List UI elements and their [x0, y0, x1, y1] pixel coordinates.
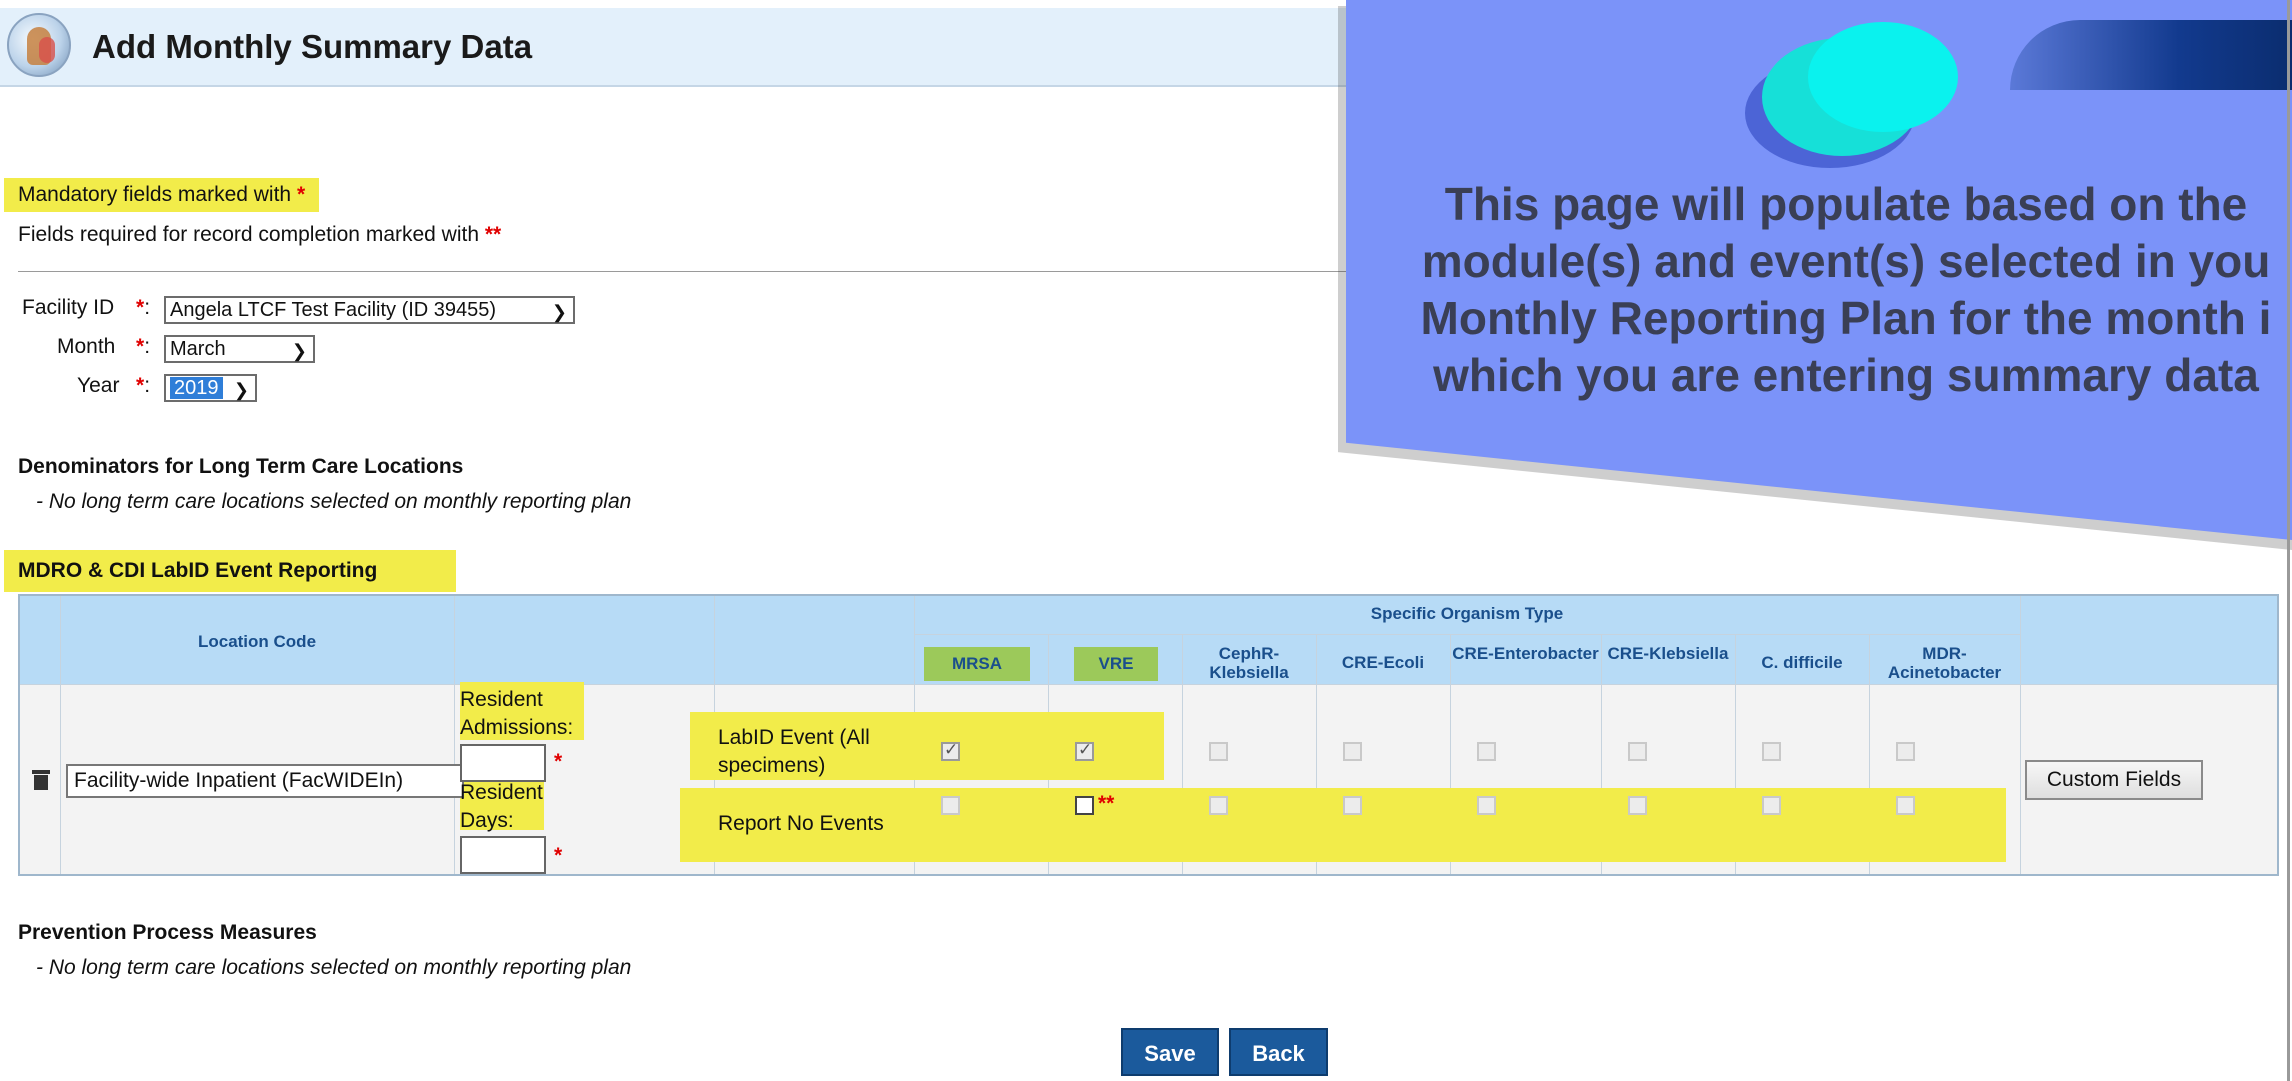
organism-header-mdr-acinetobacter: MDR-Acinetobacter [1887, 644, 2002, 682]
year-select[interactable]: 2019 ❯ [164, 374, 257, 402]
required-marker: * [296, 183, 306, 206]
resident-days-required: * [554, 844, 563, 867]
no-events-checkbox-mdr-acinetobacter[interactable] [1896, 796, 1915, 815]
labid-event-label: LabID Event (All specimens) [718, 726, 870, 777]
no-events-checkbox-cephr-klebsiella[interactable] [1209, 796, 1228, 815]
organism-group-header: Specific Organism Type [1370, 604, 1564, 623]
location-code-header: Location Code [197, 632, 317, 651]
facility-label: Facility ID [22, 296, 115, 319]
no-events-checkbox-cre-ecoli[interactable] [1343, 796, 1362, 815]
denominators-title: Denominators for Long Term Care Location… [18, 455, 464, 478]
resident-admissions-label: Resident Admissions: [460, 688, 574, 739]
nhsn-logo-icon [7, 13, 71, 77]
year-label: Year [77, 374, 120, 397]
denominators-note: - No long term care locations selected o… [36, 490, 632, 513]
resident-days-label: Resident Days: [460, 781, 543, 832]
completion-marker: ** [484, 223, 502, 246]
prevention-note: - No long term care locations selected o… [36, 956, 632, 979]
no-events-checkbox-c-difficile[interactable] [1762, 796, 1781, 815]
labid-checkbox-cre-ecoli[interactable] [1343, 742, 1362, 761]
labid-checkbox-mdr-acinetobacter[interactable] [1896, 742, 1915, 761]
resident-admissions-required: * [554, 750, 563, 773]
organism-header-mrsa: MRSA [924, 647, 1030, 681]
mdro-section-title: MDRO & CDI LabID Event Reporting [4, 550, 456, 592]
mandatory-note: Mandatory fields marked with * [4, 178, 320, 212]
labid-checkbox-cephr-klebsiella[interactable] [1209, 742, 1228, 761]
no-events-checkbox-cre-enterobacter[interactable] [1477, 796, 1496, 815]
year-required: *: [136, 374, 151, 397]
organism-header-cre-enterobacter: CRE-Enterobacter [1452, 644, 1599, 663]
scrollbar-edge[interactable] [2287, 0, 2290, 1081]
month-label: Month [57, 335, 116, 358]
labid-checkbox-cre-enterobacter[interactable] [1477, 742, 1496, 761]
resident-days-input[interactable] [460, 836, 546, 874]
mandatory-note-text: Mandatory fields marked with [18, 183, 292, 206]
chevron-down-icon: ❯ [551, 302, 567, 322]
report-no-events-label: Report No Events [718, 812, 884, 835]
completion-note: Fields required for record completion ma… [18, 223, 501, 247]
month-select[interactable]: March ❯ [164, 335, 315, 363]
organism-header-c-difficile: C. difficile [1761, 653, 1843, 672]
vre-completion-marker: ** [1098, 792, 1115, 815]
facility-required: *: [136, 296, 151, 319]
chevron-down-icon: ❯ [233, 380, 249, 400]
mdro-table: Location Code Specific Organism Type MRS… [18, 594, 2279, 876]
no-events-checkbox-cre-klebsiella[interactable] [1628, 796, 1647, 815]
callout-text: This page will populate based on the mod… [1420, 178, 2272, 401]
prevention-title: Prevention Process Measures [18, 921, 317, 944]
no-events-checkbox-vre[interactable] [1075, 796, 1094, 815]
divider [18, 271, 1348, 272]
organism-header-cre-ecoli: CRE-Ecoli [1341, 653, 1425, 672]
labid-checkbox-c-difficile[interactable] [1762, 742, 1781, 761]
disc-graphic [1808, 22, 1958, 132]
chevron-down-icon: ❯ [291, 341, 307, 361]
swoosh-graphic [2010, 20, 2292, 90]
month-required: *: [136, 335, 151, 358]
location-code-select[interactable]: Facility-wide Inpatient (FacWIDEIn) [66, 764, 464, 798]
resident-admissions-input[interactable] [460, 744, 546, 782]
save-button[interactable]: Save [1121, 1028, 1219, 1076]
back-button[interactable]: Back [1229, 1028, 1328, 1076]
custom-fields-button[interactable]: Custom Fields [2025, 760, 2203, 800]
completion-note-text: Fields required for record completion ma… [18, 223, 480, 246]
organism-header-vre: VRE [1074, 647, 1158, 681]
trash-icon[interactable] [30, 768, 52, 792]
labid-checkbox-vre[interactable] [1075, 740, 1094, 761]
organism-header-cre-klebsiella: CRE-Klebsiella [1607, 644, 1729, 663]
labid-checkbox-mrsa[interactable] [941, 740, 960, 761]
organism-header-cephr-klebsiella: CephR-Klebsiella [1209, 644, 1289, 682]
facility-select[interactable]: Angela LTCF Test Facility (ID 39455) ❯ [164, 296, 575, 324]
no-events-checkbox-mrsa[interactable] [941, 796, 960, 815]
labid-checkbox-cre-klebsiella[interactable] [1628, 742, 1647, 761]
page-title: Add Monthly Summary Data [92, 28, 533, 65]
